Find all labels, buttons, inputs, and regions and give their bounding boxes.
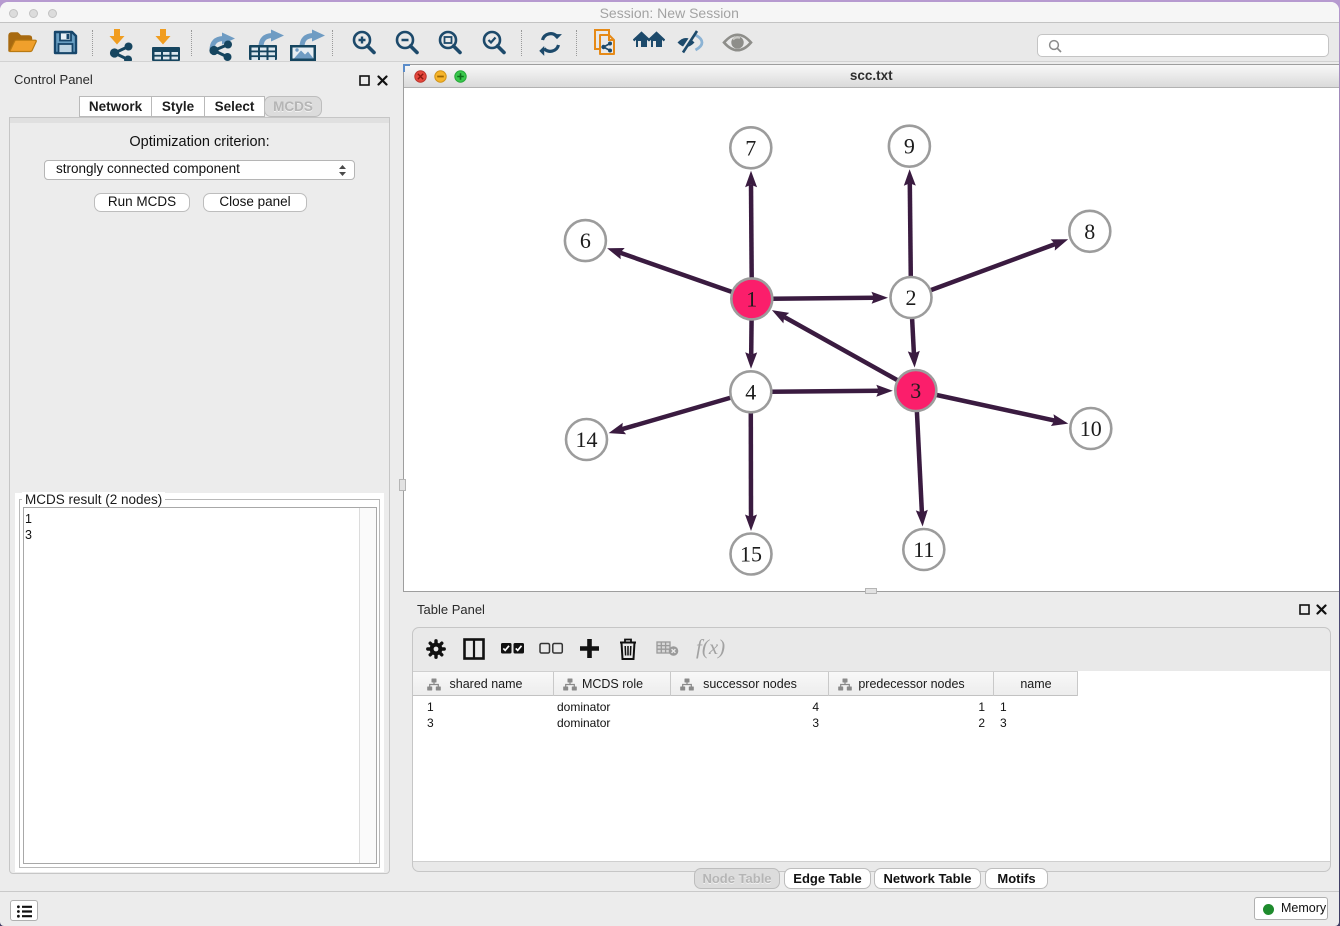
svg-text:15: 15 [740,542,762,567]
svg-text:7: 7 [745,135,756,160]
svg-text:1: 1 [746,286,757,311]
svg-text:14: 14 [576,427,598,452]
svg-text:6: 6 [580,228,591,253]
svg-text:2: 2 [906,285,917,310]
svg-text:4: 4 [745,379,756,404]
svg-text:10: 10 [1080,416,1102,441]
svg-text:3: 3 [910,378,921,403]
svg-text:8: 8 [1084,219,1095,244]
svg-text:11: 11 [913,537,934,562]
svg-text:9: 9 [904,134,915,159]
